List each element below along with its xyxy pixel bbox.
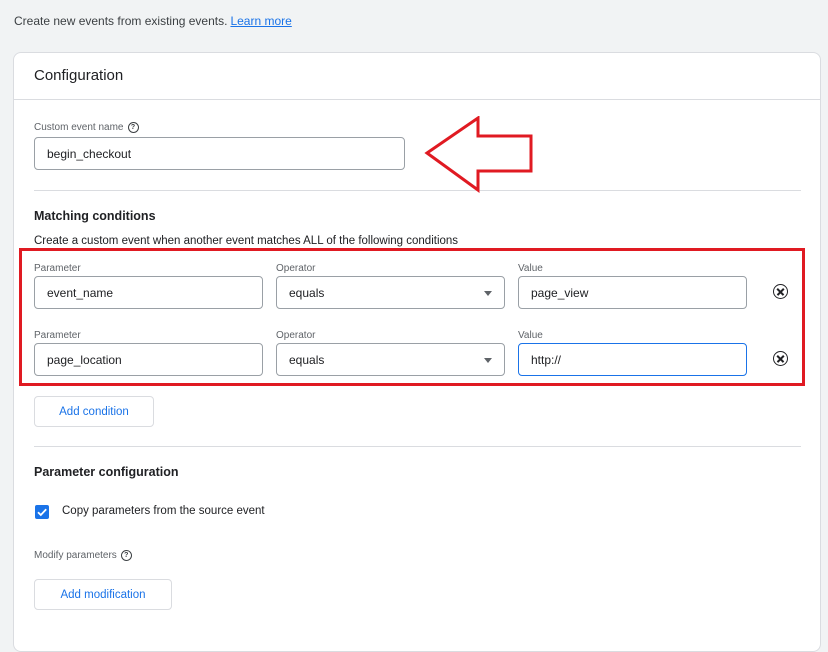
parameter-value: page_location (47, 352, 122, 367)
section-divider (34, 446, 801, 447)
card-divider (14, 99, 820, 100)
parameter-input[interactable]: page_location (34, 343, 263, 376)
operator-label: Operator (276, 330, 316, 341)
custom-event-name-input[interactable]: begin_checkout (34, 137, 405, 170)
dropdown-caret-icon (484, 290, 492, 296)
parameter-label: Parameter (34, 330, 81, 341)
parameter-configuration-title: Parameter configuration (34, 465, 179, 479)
value-value: http:// (531, 352, 562, 367)
operator-select[interactable]: equals (276, 276, 505, 309)
matching-conditions-description: Create a custom event when another event… (34, 235, 459, 247)
help-icon[interactable]: ? (127, 122, 139, 133)
custom-event-name-value: begin_checkout (47, 146, 132, 161)
parameter-label: Parameter (34, 263, 81, 274)
custom-event-label-text: Custom event name (34, 122, 124, 134)
value-input[interactable]: http:// (518, 343, 747, 376)
configuration-card: Configuration Custom event name? begin_c… (13, 52, 821, 652)
copy-parameters-checkbox[interactable] (35, 505, 49, 519)
add-condition-button[interactable]: Add condition (34, 396, 154, 427)
custom-event-label: Custom event name? (34, 122, 139, 133)
value-value: page_view (531, 285, 589, 300)
dropdown-caret-icon (484, 357, 492, 363)
annotation-arrow-icon (424, 116, 533, 193)
value-label: Value (518, 330, 543, 341)
parameter-value: event_name (47, 285, 114, 300)
copy-parameters-label: Copy parameters from the source event (62, 505, 265, 517)
matching-conditions-title: Matching conditions (34, 209, 156, 223)
intro-description: Create new events from existing events. (14, 14, 228, 28)
section-divider (34, 190, 801, 191)
value-label: Value (518, 263, 543, 274)
learn-more-link[interactable]: Learn more (230, 14, 291, 28)
add-modification-button[interactable]: Add modification (34, 579, 172, 610)
remove-condition-icon[interactable] (773, 351, 788, 366)
checkmark-icon (37, 508, 47, 517)
operator-value: equals (289, 352, 325, 367)
configuration-title: Configuration (34, 67, 124, 84)
value-input[interactable]: page_view (518, 276, 747, 309)
operator-label: Operator (276, 263, 316, 274)
help-icon[interactable]: ? (120, 550, 132, 561)
intro-text: Create new events from existing events. L… (14, 14, 292, 28)
modify-parameters-label-text: Modify parameters (34, 550, 117, 562)
operator-value: equals (289, 285, 325, 300)
modify-parameters-label: Modify parameters? (34, 550, 132, 561)
parameter-input[interactable]: event_name (34, 276, 263, 309)
remove-condition-icon[interactable] (773, 284, 788, 299)
operator-select[interactable]: equals (276, 343, 505, 376)
